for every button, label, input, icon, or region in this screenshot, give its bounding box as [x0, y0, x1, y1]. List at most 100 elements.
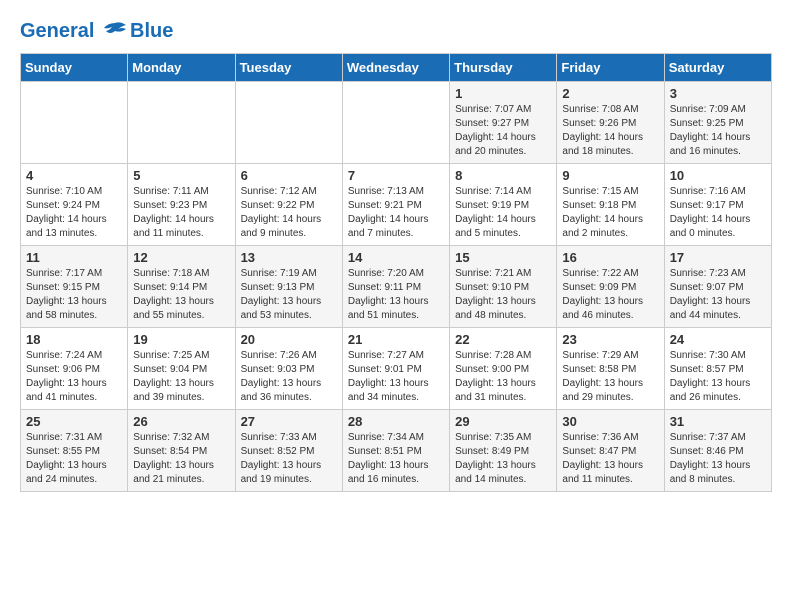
day-number: 25: [26, 414, 122, 429]
day-content: Sunrise: 7:33 AM Sunset: 8:52 PM Dayligh…: [241, 431, 337, 487]
calendar-cell: 5 Sunrise: 7:11 AM Sunset: 9:23 PM Daylig…: [128, 164, 235, 246]
day-number: 8: [455, 168, 551, 183]
week-row-4: 18 Sunrise: 7:24 AM Sunset: 9:06 PM Dayli…: [21, 328, 772, 410]
week-row-1: 1 Sunrise: 7:07 AM Sunset: 9:27 PM Daylig…: [21, 82, 772, 164]
calendar-cell: 19 Sunrise: 7:25 AM Sunset: 9:04 PM Dayli…: [128, 328, 235, 410]
weekday-header-monday: Monday: [128, 54, 235, 82]
day-number: 29: [455, 414, 551, 429]
calendar-cell: 9 Sunrise: 7:15 AM Sunset: 9:18 PM Daylig…: [557, 164, 664, 246]
day-number: 31: [670, 414, 766, 429]
day-content: Sunrise: 7:32 AM Sunset: 8:54 PM Dayligh…: [133, 431, 229, 487]
calendar-cell: 24 Sunrise: 7:30 AM Sunset: 8:57 PM Dayli…: [664, 328, 771, 410]
calendar-cell: 14Sunrise: 7:20 AM Sunset: 9:11 PM Dayli…: [342, 246, 449, 328]
calendar-cell: 11 Sunrise: 7:17 AM Sunset: 9:15 PM Dayli…: [21, 246, 128, 328]
day-number: 18: [26, 332, 122, 347]
calendar-cell: 29 Sunrise: 7:35 AM Sunset: 8:49 PM Dayli…: [450, 410, 557, 492]
weekday-header-row: SundayMondayTuesdayWednesdayThursdayFrid…: [21, 54, 772, 82]
calendar-cell: [128, 82, 235, 164]
calendar-cell: 25 Sunrise: 7:31 AM Sunset: 8:55 PM Dayli…: [21, 410, 128, 492]
calendar-cell: 3 Sunrise: 7:09 AM Sunset: 9:25 PM Daylig…: [664, 82, 771, 164]
weekday-header-sunday: Sunday: [21, 54, 128, 82]
day-content: Sunrise: 7:13 AM Sunset: 9:21 PM Dayligh…: [348, 185, 444, 241]
calendar-cell: 13Sunrise: 7:19 AM Sunset: 9:13 PM Dayli…: [235, 246, 342, 328]
weekday-header-friday: Friday: [557, 54, 664, 82]
weekday-header-wednesday: Wednesday: [342, 54, 449, 82]
day-number: 4: [26, 168, 122, 183]
calendar-cell: 1 Sunrise: 7:07 AM Sunset: 9:27 PM Daylig…: [450, 82, 557, 164]
logo-bird-icon: [102, 21, 128, 43]
calendar-cell: [21, 82, 128, 164]
day-number: 12: [133, 250, 229, 265]
weekday-header-saturday: Saturday: [664, 54, 771, 82]
day-content: Sunrise: 7:15 AM Sunset: 9:18 PM Dayligh…: [562, 185, 658, 241]
day-number: 16: [562, 250, 658, 265]
week-row-2: 4 Sunrise: 7:10 AM Sunset: 9:24 PM Daylig…: [21, 164, 772, 246]
weekday-header-thursday: Thursday: [450, 54, 557, 82]
day-content: Sunrise: 7:31 AM Sunset: 8:55 PM Dayligh…: [26, 431, 122, 487]
calendar-cell: 8 Sunrise: 7:14 AM Sunset: 9:19 PM Daylig…: [450, 164, 557, 246]
calendar-cell: 15 Sunrise: 7:21 AM Sunset: 9:10 PM Dayli…: [450, 246, 557, 328]
calendar-cell: 18 Sunrise: 7:24 AM Sunset: 9:06 PM Dayli…: [21, 328, 128, 410]
day-number: 5: [133, 168, 229, 183]
day-content: Sunrise: 7:34 AM Sunset: 8:51 PM Dayligh…: [348, 431, 444, 487]
day-number: 3: [670, 86, 766, 101]
logo-general: General: [20, 20, 94, 42]
day-content: Sunrise: 7:11 AM Sunset: 9:23 PM Dayligh…: [133, 185, 229, 241]
calendar-cell: 22Sunrise: 7:28 AM Sunset: 9:00 PM Dayli…: [450, 328, 557, 410]
day-content: Sunrise: 7:24 AM Sunset: 9:06 PM Dayligh…: [26, 349, 122, 405]
calendar-cell: 20 Sunrise: 7:26 AM Sunset: 9:03 PM Dayli…: [235, 328, 342, 410]
day-number: 27: [241, 414, 337, 429]
day-content: Sunrise: 7:17 AM Sunset: 9:15 PM Dayligh…: [26, 267, 122, 323]
day-content: Sunrise: 7:21 AM Sunset: 9:10 PM Dayligh…: [455, 267, 551, 323]
calendar-cell: 26Sunrise: 7:32 AM Sunset: 8:54 PM Dayli…: [128, 410, 235, 492]
day-number: 1: [455, 86, 551, 101]
day-content: Sunrise: 7:30 AM Sunset: 8:57 PM Dayligh…: [670, 349, 766, 405]
day-content: Sunrise: 7:07 AM Sunset: 9:27 PM Dayligh…: [455, 103, 551, 159]
day-number: 28: [348, 414, 444, 429]
calendar-cell: [342, 82, 449, 164]
day-content: Sunrise: 7:10 AM Sunset: 9:24 PM Dayligh…: [26, 185, 122, 241]
logo: General Blue: [20, 20, 173, 43]
day-number: 23: [562, 332, 658, 347]
day-number: 21: [348, 332, 444, 347]
day-number: 11: [26, 250, 122, 265]
logo-blue: Blue: [130, 20, 173, 43]
day-number: 9: [562, 168, 658, 183]
day-content: Sunrise: 7:28 AM Sunset: 9:00 PM Dayligh…: [455, 349, 551, 405]
day-content: Sunrise: 7:08 AM Sunset: 9:26 PM Dayligh…: [562, 103, 658, 159]
day-number: 20: [241, 332, 337, 347]
day-number: 2: [562, 86, 658, 101]
day-number: 6: [241, 168, 337, 183]
calendar-cell: 10Sunrise: 7:16 AM Sunset: 9:17 PM Dayli…: [664, 164, 771, 246]
day-content: Sunrise: 7:26 AM Sunset: 9:03 PM Dayligh…: [241, 349, 337, 405]
calendar-cell: 16Sunrise: 7:22 AM Sunset: 9:09 PM Dayli…: [557, 246, 664, 328]
calendar-cell: 7 Sunrise: 7:13 AM Sunset: 9:21 PM Daylig…: [342, 164, 449, 246]
calendar-cell: 28 Sunrise: 7:34 AM Sunset: 8:51 PM Dayli…: [342, 410, 449, 492]
day-number: 24: [670, 332, 766, 347]
calendar-cell: 27 Sunrise: 7:33 AM Sunset: 8:52 PM Dayli…: [235, 410, 342, 492]
day-content: Sunrise: 7:18 AM Sunset: 9:14 PM Dayligh…: [133, 267, 229, 323]
calendar-cell: 6 Sunrise: 7:12 AM Sunset: 9:22 PM Daylig…: [235, 164, 342, 246]
day-content: Sunrise: 7:23 AM Sunset: 9:07 PM Dayligh…: [670, 267, 766, 323]
day-number: 13: [241, 250, 337, 265]
week-row-3: 11 Sunrise: 7:17 AM Sunset: 9:15 PM Dayli…: [21, 246, 772, 328]
day-content: Sunrise: 7:25 AM Sunset: 9:04 PM Dayligh…: [133, 349, 229, 405]
calendar-cell: 2 Sunrise: 7:08 AM Sunset: 9:26 PM Daylig…: [557, 82, 664, 164]
day-number: 19: [133, 332, 229, 347]
day-content: Sunrise: 7:09 AM Sunset: 9:25 PM Dayligh…: [670, 103, 766, 159]
calendar-cell: [235, 82, 342, 164]
calendar-cell: 12 Sunrise: 7:18 AM Sunset: 9:14 PM Dayli…: [128, 246, 235, 328]
day-content: Sunrise: 7:14 AM Sunset: 9:19 PM Dayligh…: [455, 185, 551, 241]
day-content: Sunrise: 7:27 AM Sunset: 9:01 PM Dayligh…: [348, 349, 444, 405]
calendar-table: SundayMondayTuesdayWednesdayThursdayFrid…: [20, 53, 772, 492]
day-number: 10: [670, 168, 766, 183]
day-number: 15: [455, 250, 551, 265]
day-content: Sunrise: 7:29 AM Sunset: 8:58 PM Dayligh…: [562, 349, 658, 405]
page-header: General Blue: [20, 20, 772, 43]
calendar-cell: 21 Sunrise: 7:27 AM Sunset: 9:01 PM Dayli…: [342, 328, 449, 410]
calendar-cell: 30Sunrise: 7:36 AM Sunset: 8:47 PM Dayli…: [557, 410, 664, 492]
day-number: 7: [348, 168, 444, 183]
day-content: Sunrise: 7:35 AM Sunset: 8:49 PM Dayligh…: [455, 431, 551, 487]
day-content: Sunrise: 7:12 AM Sunset: 9:22 PM Dayligh…: [241, 185, 337, 241]
day-content: Sunrise: 7:20 AM Sunset: 9:11 PM Dayligh…: [348, 267, 444, 323]
